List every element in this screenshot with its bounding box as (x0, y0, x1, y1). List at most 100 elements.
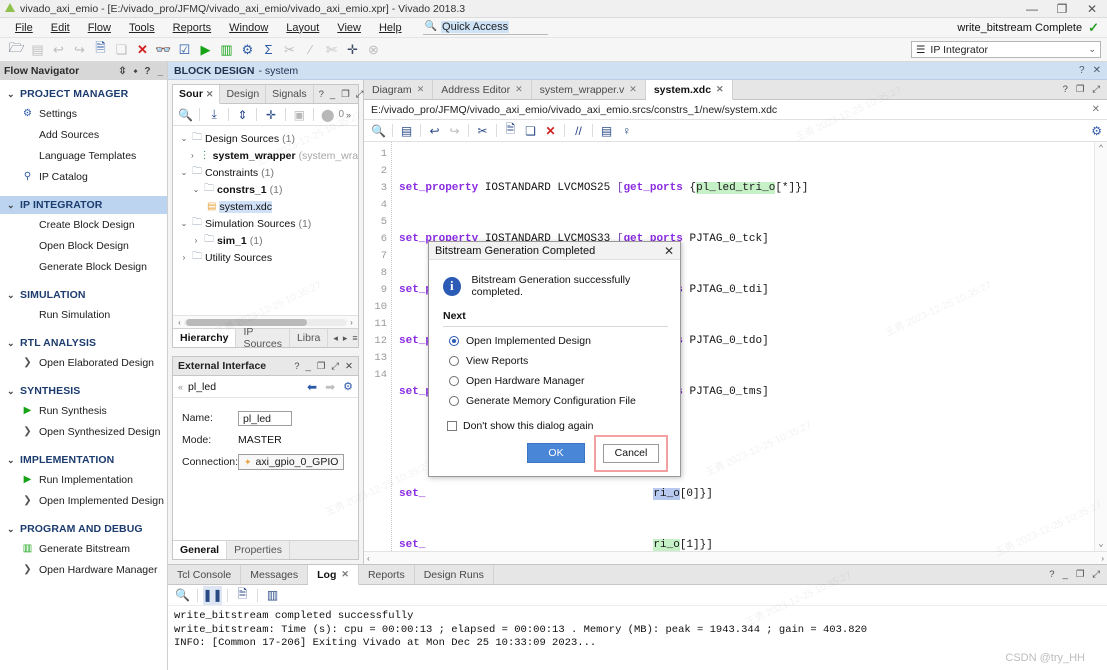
fn-item-open-implemented-design[interactable]: ❯ Open Implemented Design (0, 490, 167, 511)
tab-design[interactable]: Design (220, 85, 267, 103)
fn-item-language-templates[interactable]: Language Templates (0, 145, 167, 166)
menu-tools[interactable]: Tools (120, 18, 164, 38)
cancel-button[interactable]: Cancel (603, 443, 659, 463)
expand-all-icon[interactable]: ⇕ (234, 106, 251, 124)
dont-show-again-row[interactable]: Don't show this dialog again (429, 411, 680, 432)
fn-item-settings[interactable]: ⚙ Settings (0, 103, 167, 124)
cut-icon[interactable]: ✄ (321, 39, 342, 60)
gear-icon[interactable]: ⚙ (1091, 124, 1102, 138)
fn-group-simulation[interactable]: ⌄ SIMULATION (0, 286, 167, 304)
chevron-down-icon[interactable]: ⌄ (179, 168, 189, 177)
help-icon[interactable]: ? (294, 361, 299, 372)
close-icon[interactable]: ✕ (1092, 104, 1100, 115)
option-open-implemented-design[interactable]: Open Implemented Design (429, 331, 680, 351)
tree-item-utility-sources[interactable]: › 🗀 Utility Sources (173, 249, 358, 266)
sum-icon[interactable]: Σ (258, 39, 279, 60)
menu-help[interactable]: Help (370, 18, 411, 38)
float-icon[interactable]: ⤢ (356, 89, 364, 100)
save-icon[interactable]: ▤ (27, 39, 48, 60)
help-icon[interactable]: ? (1049, 569, 1054, 580)
menu-view[interactable]: View (328, 18, 370, 38)
minimize-icon[interactable]: _ (330, 89, 335, 100)
tab-system-wrapper-v[interactable]: system_wrapper.v ✕ (532, 80, 646, 99)
tree-item-simulation-sources[interactable]: ⌄ 🗀 Simulation Sources (1) (173, 215, 358, 232)
open-project-icon[interactable]: 🗁 (6, 39, 27, 60)
copy-icon[interactable]: 🗎 (90, 39, 111, 60)
radio-icon[interactable] (449, 396, 459, 406)
fn-item-open-elaborated-design[interactable]: ❯ Open Elaborated Design (0, 352, 167, 373)
fn-item-create-block-design[interactable]: Create Block Design (0, 214, 167, 235)
minimize-icon[interactable]: _ (306, 361, 311, 372)
tab-design-runs[interactable]: Design Runs (415, 565, 494, 584)
fn-item-generate-block-design[interactable]: Generate Block Design (0, 256, 167, 277)
forward-icon[interactable]: ➡ (325, 380, 335, 394)
help-icon[interactable]: ? (144, 66, 150, 77)
close-icon[interactable]: ✕ (345, 361, 353, 372)
redo-icon[interactable]: ↪ (69, 39, 90, 60)
menu-reports[interactable]: Reports (164, 18, 221, 38)
close-icon[interactable]: ✕ (664, 244, 674, 258)
connection-value[interactable]: ✦ axi_gpio_0_GPIO (238, 454, 345, 470)
paste-icon[interactable]: ❏ (111, 39, 132, 60)
settings-icon[interactable]: ⚙ (237, 39, 258, 60)
tab-diagram[interactable]: Diagram ✕ (364, 80, 434, 99)
copy-icon[interactable]: 🗎 (501, 121, 520, 140)
search-icon[interactable]: 🔍 (369, 121, 388, 140)
maximize-button[interactable]: ❐ (1047, 0, 1077, 18)
add-sources-icon[interactable]: ✛ (262, 106, 279, 124)
expand-icon[interactable]: ⬩ (134, 66, 138, 77)
footer-tab-libraries[interactable]: Libra (290, 329, 329, 347)
undo-icon[interactable]: ↩ (425, 121, 444, 140)
fn-group-program-and-debug[interactable]: ⌄ PROGRAM AND DEBUG (0, 520, 167, 538)
tree-item-system-xdc[interactable]: ▤ system.xdc (173, 198, 358, 215)
scroll-right-icon[interactable]: › (347, 318, 356, 327)
fn-item-open-hardware-manager[interactable]: ❯ Open Hardware Manager (0, 559, 167, 580)
paste-icon[interactable]: ❏ (521, 121, 540, 140)
name-input[interactable]: pl_led (238, 410, 292, 426)
cancel-icon[interactable]: ⊗ (363, 39, 384, 60)
fn-item-ip-catalog[interactable]: ⚲ IP Catalog (0, 166, 167, 187)
close-icon[interactable]: ✕ (206, 89, 214, 100)
close-icon[interactable]: ✕ (341, 569, 349, 580)
help-icon[interactable]: ? (1063, 84, 1068, 95)
save-icon[interactable]: ▤ (397, 121, 416, 140)
copy-icon[interactable]: 🗎 (233, 586, 252, 605)
tree-item-constraints[interactable]: ⌄ 🗀 Constraints (1) (173, 164, 358, 181)
redo-icon[interactable]: ↪ (445, 121, 464, 140)
tree-item-constrs-1[interactable]: ⌄ 🗀 constrs_1 (1) (173, 181, 358, 198)
undo-icon[interactable]: ↩ (48, 39, 69, 60)
tab-reports[interactable]: Reports (359, 565, 415, 584)
option-generate-memory-config[interactable]: Generate Memory Configuration File (429, 391, 680, 411)
menu-flow[interactable]: Flow (79, 18, 120, 38)
tree-item-sim-1[interactable]: › 🗀 sim_1 (1) (173, 232, 358, 249)
fn-group-project-manager[interactable]: ⌄ PROJECT MANAGER (0, 85, 167, 103)
close-icon[interactable]: ✕ (1093, 65, 1101, 76)
scroll-left-icon[interactable]: ‹ (367, 554, 370, 563)
ok-button[interactable]: OK (527, 443, 585, 463)
float-icon[interactable]: ⤢ (331, 361, 339, 372)
float-icon[interactable]: ⤢ (1092, 569, 1100, 580)
cut-icon[interactable]: ✂ (473, 121, 492, 140)
fn-item-generate-bitstream[interactable]: ▥ Generate Bitstream (0, 538, 167, 559)
footer-tab-general[interactable]: General (173, 541, 228, 559)
tree-item-system-wrapper[interactable]: › ⋮ system_wrapper (system_wra (173, 147, 358, 164)
radio-icon[interactable] (449, 356, 459, 366)
tab-log[interactable]: Log ✕ (308, 565, 359, 585)
comment-icon[interactable]: // (569, 121, 588, 140)
columns-icon[interactable]: ▥ (263, 586, 282, 605)
option-open-hardware-manager[interactable]: Open Hardware Manager (429, 371, 680, 391)
bulb-icon[interactable]: ♀ (617, 121, 636, 140)
close-icon[interactable]: ✕ (515, 84, 523, 95)
chevron-right-icon[interactable]: › (191, 236, 201, 245)
menu-file[interactable]: File (6, 18, 42, 38)
chevron-down-icon[interactable]: ⌄ (191, 185, 201, 194)
search-icon[interactable]: 👓 (153, 39, 174, 60)
delete-icon[interactable]: ✕ (541, 121, 560, 140)
maximize-icon[interactable]: ❐ (1076, 569, 1085, 580)
help-icon[interactable]: ? (1079, 65, 1085, 76)
chevron-down-icon[interactable]: ⌄ (179, 134, 189, 143)
close-icon[interactable]: ✕ (132, 39, 153, 60)
float-icon[interactable]: ⤢ (1092, 84, 1100, 95)
ruler-icon[interactable]: ∕ (300, 39, 321, 60)
close-icon[interactable]: ✕ (716, 84, 724, 95)
